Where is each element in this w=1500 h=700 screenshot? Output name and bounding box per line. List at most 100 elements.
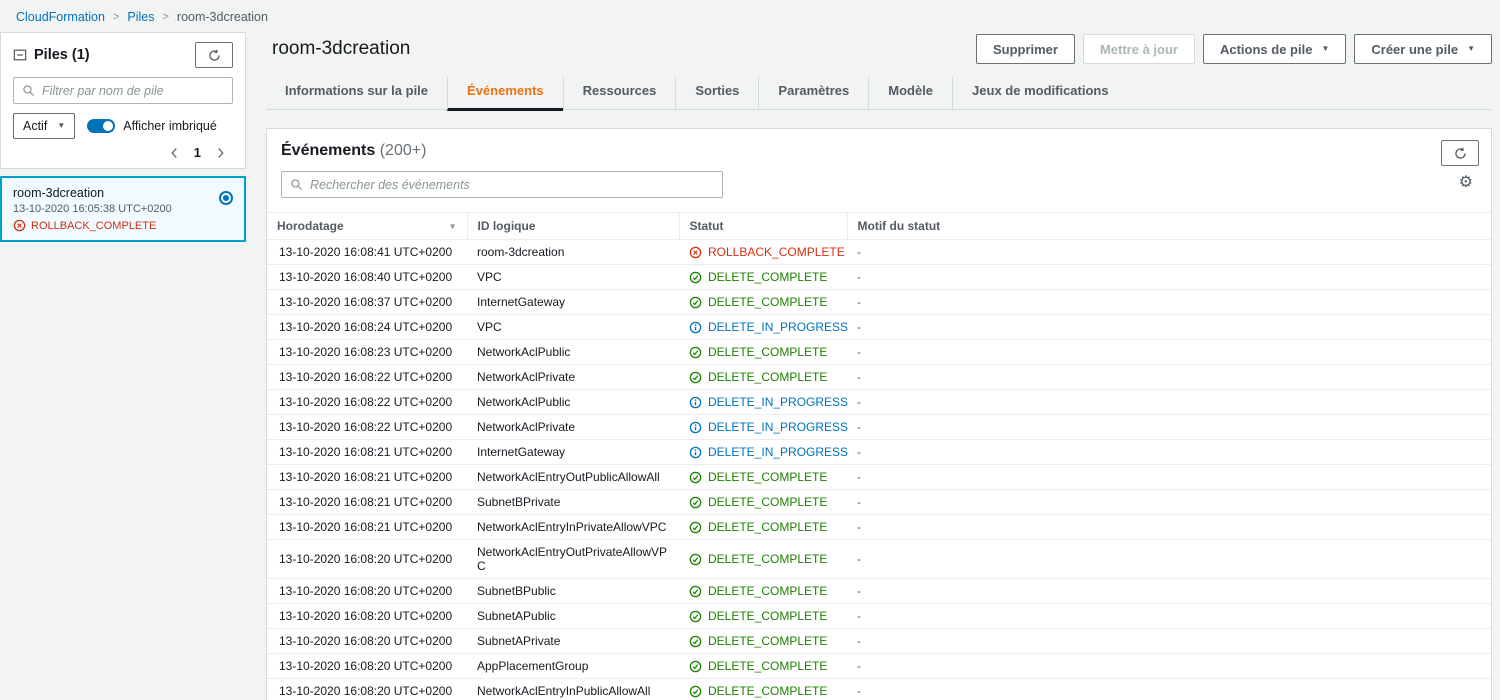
event-timestamp: 13-10-2020 16:08:41 UTC+0200 xyxy=(267,239,467,265)
sort-descending-icon: ▼ xyxy=(448,221,457,231)
column-header-statut: Statut xyxy=(678,212,847,240)
next-page-button[interactable] xyxy=(216,147,225,159)
tab-jeux-de-modifications[interactable]: Jeux de modifications xyxy=(952,76,1128,111)
table-row: 13-10-2020 16:08:37 UTC+0200 InternetGat… xyxy=(267,289,1491,315)
table-row: 13-10-2020 16:08:23 UTC+0200 NetworkAclP… xyxy=(267,339,1491,365)
stack-card-status: ROLLBACK_COMPLETE xyxy=(31,219,157,232)
stacks-panel-title: Piles (1) xyxy=(13,47,90,63)
success-status-icon xyxy=(689,635,702,648)
event-logical-id: NetworkAclEntryOutPublicAllowAll xyxy=(467,464,679,490)
chevron-down-icon: ▼ xyxy=(1467,44,1475,53)
settings-gear-icon[interactable]: ⚙ xyxy=(1459,175,1479,191)
table-row: 13-10-2020 16:08:41 UTC+0200 room-3dcrea… xyxy=(267,239,1491,265)
event-status: DELETE_COMPLETE xyxy=(708,684,828,698)
events-table-body: 13-10-2020 16:08:41 UTC+0200 room-3dcrea… xyxy=(267,239,1491,700)
event-status: ROLLBACK_COMPLETE xyxy=(708,245,845,259)
event-logical-id: SubnetBPrivate xyxy=(467,489,679,515)
event-status-reason: - xyxy=(847,364,1491,390)
event-timestamp: 13-10-2020 16:08:20 UTC+0200 xyxy=(267,539,467,579)
event-timestamp: 13-10-2020 16:08:40 UTC+0200 xyxy=(267,264,467,290)
event-status-reason: - xyxy=(847,514,1491,540)
in-progress-status-icon xyxy=(689,446,702,459)
refresh-events-button[interactable] xyxy=(1441,140,1479,166)
create-stack-button[interactable]: Créer une pile ▼ xyxy=(1354,34,1492,64)
event-logical-id: NetworkAclEntryInPrivateAllowVPC xyxy=(467,514,679,540)
event-logical-id: NetworkAclPrivate xyxy=(467,364,679,390)
success-status-icon xyxy=(689,585,702,598)
table-row: 13-10-2020 16:08:20 UTC+0200 SubnetBPubl… xyxy=(267,578,1491,604)
breadcrumb-separator: > xyxy=(162,11,169,23)
event-logical-id: NetworkAclPublic xyxy=(467,339,679,365)
success-status-icon xyxy=(689,553,702,566)
in-progress-status-icon xyxy=(689,396,702,409)
success-status-icon xyxy=(689,271,702,284)
breadcrumb: CloudFormation > Piles > room-3dcreation xyxy=(0,0,1500,32)
event-status-reason: - xyxy=(847,539,1491,579)
event-status-reason: - xyxy=(847,439,1491,465)
event-logical-id: SubnetAPublic xyxy=(467,603,679,629)
tab-modele[interactable]: Modèle xyxy=(868,76,952,111)
success-status-icon xyxy=(689,660,702,673)
search-icon xyxy=(22,84,35,97)
breadcrumb-link-cloudformation[interactable]: CloudFormation xyxy=(16,10,105,24)
tab-sorties[interactable]: Sorties xyxy=(675,76,758,111)
error-status-icon xyxy=(689,246,702,259)
table-row: 13-10-2020 16:08:20 UTC+0200 AppPlacemen… xyxy=(267,653,1491,679)
column-header-horodatage[interactable]: Horodatage ▼ xyxy=(267,212,467,240)
tab-informations-sur-la-pile[interactable]: Informations sur la pile xyxy=(266,76,447,111)
event-timestamp: 13-10-2020 16:08:20 UTC+0200 xyxy=(267,678,467,700)
stack-actions-button[interactable]: Actions de pile ▼ xyxy=(1202,34,1347,64)
refresh-stacks-button[interactable] xyxy=(195,42,233,68)
stack-card-room-3dcreation[interactable]: room-3dcreation 13-10-2020 16:05:38 UTC+… xyxy=(0,176,246,242)
event-status: DELETE_COMPLETE xyxy=(708,495,828,509)
event-timestamp: 13-10-2020 16:08:20 UTC+0200 xyxy=(267,578,467,604)
table-row: 13-10-2020 16:08:21 UTC+0200 NetworkAclE… xyxy=(267,514,1491,540)
table-row: 13-10-2020 16:08:22 UTC+0200 NetworkAclP… xyxy=(267,414,1491,440)
refresh-icon xyxy=(1454,147,1467,160)
tab-ressources[interactable]: Ressources xyxy=(562,76,676,111)
event-status: DELETE_COMPLETE xyxy=(708,295,828,309)
in-progress-status-icon xyxy=(689,321,702,334)
event-logical-id: InternetGateway xyxy=(467,439,679,465)
table-row: 13-10-2020 16:08:21 UTC+0200 InternetGat… xyxy=(267,439,1491,465)
breadcrumb-link-piles[interactable]: Piles xyxy=(127,10,154,24)
stack-filter-input[interactable] xyxy=(42,83,224,98)
event-logical-id: NetworkAclEntryInPublicAllowAll xyxy=(467,678,679,700)
event-timestamp: 13-10-2020 16:08:22 UTC+0200 xyxy=(267,389,467,415)
update-button: Mettre à jour xyxy=(1082,34,1195,64)
tab-strip: Informations sur la pile Événements Ressou… xyxy=(266,76,1492,111)
events-table: Horodatage ▼ ID logique Statut Motif du … xyxy=(267,212,1491,700)
table-row: 13-10-2020 16:08:21 UTC+0200 SubnetBPriv… xyxy=(267,489,1491,515)
tab-evenements[interactable]: Événements xyxy=(447,76,563,111)
stacks-panel: Piles (1) Actif ▼ Afficher imbriqué xyxy=(0,32,246,169)
event-timestamp: 13-10-2020 16:08:23 UTC+0200 xyxy=(267,339,467,365)
event-status-reason: - xyxy=(847,578,1491,604)
success-status-icon xyxy=(689,371,702,384)
stacks-sidebar: Piles (1) Actif ▼ Afficher imbriqué xyxy=(0,32,246,242)
table-row: 13-10-2020 16:08:21 UTC+0200 NetworkAclE… xyxy=(267,464,1491,490)
event-logical-id: NetworkAclEntryOutPrivateAllowVPC xyxy=(467,539,679,579)
collapse-panel-icon[interactable] xyxy=(13,48,27,62)
event-timestamp: 13-10-2020 16:08:22 UTC+0200 xyxy=(267,364,467,390)
event-status: DELETE_COMPLETE xyxy=(708,370,828,384)
delete-button[interactable]: Supprimer xyxy=(975,34,1075,64)
event-timestamp: 13-10-2020 16:08:20 UTC+0200 xyxy=(267,628,467,654)
event-logical-id: NetworkAclPublic xyxy=(467,389,679,415)
selected-radio-icon[interactable] xyxy=(219,191,233,205)
tab-parametres[interactable]: Paramètres xyxy=(758,76,868,111)
stack-card-timestamp: 13-10-2020 16:05:38 UTC+0200 xyxy=(13,203,172,215)
event-status-reason: - xyxy=(847,314,1491,340)
show-nested-toggle[interactable] xyxy=(87,119,116,133)
event-status-reason: - xyxy=(847,678,1491,700)
previous-page-button[interactable] xyxy=(170,147,179,159)
event-status: DELETE_IN_PROGRESS xyxy=(708,320,849,334)
events-panel: Événements (200+) ⚙ xyxy=(266,128,1492,700)
events-search-input[interactable] xyxy=(310,177,714,192)
breadcrumb-current: room-3dcreation xyxy=(176,10,268,24)
event-status-reason: - xyxy=(847,653,1491,679)
success-status-icon xyxy=(689,471,702,484)
chevron-down-icon: ▼ xyxy=(57,121,66,130)
in-progress-status-icon xyxy=(689,421,702,434)
event-status: DELETE_COMPLETE xyxy=(708,552,828,566)
stack-status-select[interactable]: Actif ▼ xyxy=(13,113,76,139)
